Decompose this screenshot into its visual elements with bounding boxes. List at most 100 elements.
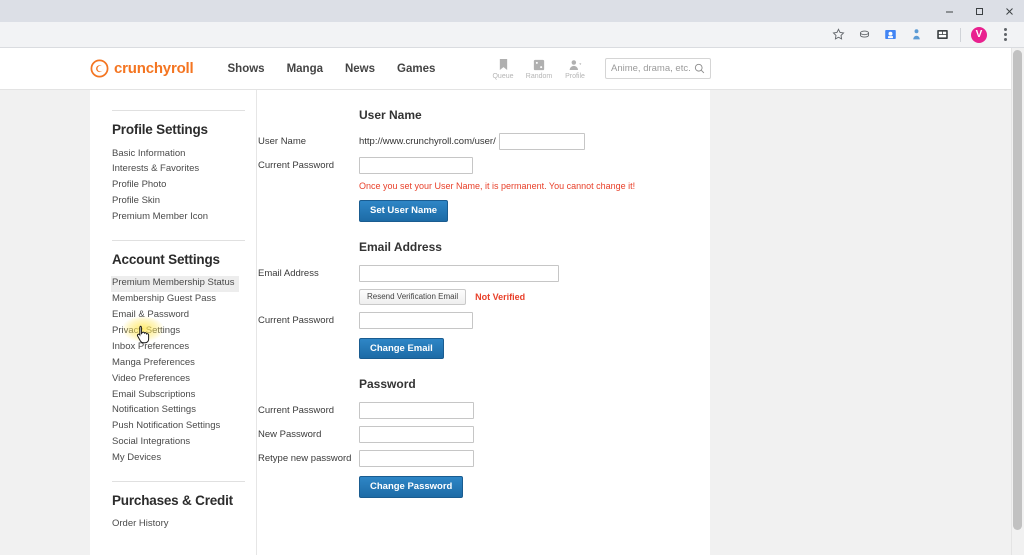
sidebar-item-basic-information[interactable]: Basic Information [112,146,256,162]
settings-main: User Name User Name http://www.crunchyro… [258,90,710,555]
window-minimize-button[interactable] [934,0,964,22]
header-actions: Queue Random Profile Anime, drama, etc. [485,57,1011,80]
sidebar-heading-purchases-credit: Purchases & Credit [112,492,233,508]
random-icon [533,57,545,72]
nav-item-shows[interactable]: Shows [228,63,265,75]
sidebar-item-email-password[interactable]: Email & Password [112,307,256,323]
search-input[interactable]: Anime, drama, etc. [611,63,694,74]
password-section-title: Password [359,377,416,391]
sidebar-item-inbox-preferences[interactable]: Inbox Preferences [112,339,256,355]
sidebar-item-video-preferences[interactable]: Video Preferences [112,371,256,387]
change-email-button[interactable]: Change Email [359,337,444,359]
nav-item-news[interactable]: News [345,63,375,75]
profile-avatar[interactable]: V [968,24,990,46]
username-current-password-input[interactable] [359,157,473,174]
username-label: User Name [258,136,307,147]
password-retype-row: Retype new password [258,450,710,467]
change-password-button[interactable]: Change Password [359,476,464,498]
email-section-title: Email Address [359,239,442,254]
extension-grid-icon[interactable] [931,24,953,46]
settings-sidebar: Profile Settings Basic Information Inter… [90,90,257,555]
sidebar-item-premium-membership-status[interactable]: Premium Membership Status [111,275,239,292]
sidebar-item-notification-settings[interactable]: Notification Settings [112,403,256,419]
email-current-password-row: Current Password [258,311,710,329]
resend-verification-email-button[interactable]: Resend Verification Email [359,288,467,305]
sidebar-item-premium-member-icon[interactable]: Premium Member Icon [112,210,256,226]
sidebar-item-manga-preferences[interactable]: Manga Preferences [112,355,256,371]
sidebar-group-purchases-credit: Purchases & Credit Order History [112,480,256,533]
password-current-row: Current Password [258,402,710,419]
crunchyroll-swirl-icon [90,59,109,78]
extension-puzzle-icon[interactable] [853,24,875,46]
sidebar-divider [112,239,245,241]
username-current-password-label: Current Password [258,160,335,171]
settings-card: Profile Settings Basic Information Inter… [90,90,710,555]
nav-item-manga[interactable]: Manga [287,63,323,75]
crunchyroll-wordmark: crunchyroll [114,60,194,77]
bookmark-star-icon[interactable] [827,24,849,46]
extension-image-icon[interactable] [879,24,901,46]
sidebar-item-privacy-settings[interactable]: Privacy Settings [112,323,256,339]
sidebar-divider [112,480,245,482]
random-label: Random [525,73,553,80]
sidebar-heading-profile-settings: Profile Settings [112,122,208,137]
profile-icon [568,57,583,72]
menu-kebab-icon[interactable] [994,24,1016,46]
password-new-input[interactable] [359,426,474,443]
email-address-row: Email Address [258,264,710,282]
page-scrollbar[interactable]: ▲ [1011,48,1024,555]
random-button[interactable]: Random [521,57,557,80]
sidebar-item-profile-photo[interactable]: Profile Photo [112,178,256,194]
profile-menu-button[interactable]: Profile [557,57,593,80]
email-address-input[interactable] [359,264,559,282]
password-new-label: New Password [258,429,322,440]
email-verification-row: Resend Verification Email Not Verified [359,288,710,305]
set-username-button-row: Set User Name [359,200,710,222]
sidebar-group-account-settings: Account Settings Premium Membership Stat… [111,239,256,467]
profile-label: Profile [565,73,585,80]
username-row: User Name http://www.crunchyroll.com/use… [258,133,710,150]
page-viewport: crunchyroll Shows Manga News Games Queue… [0,48,1024,555]
extension-person-icon[interactable] [905,24,927,46]
sidebar-item-email-subscriptions[interactable]: Email Subscriptions [112,387,256,403]
site-header: crunchyroll Shows Manga News Games Queue… [0,48,1011,90]
change-email-button-row: Change Email [359,337,710,359]
email-verification-status-badge: Not Verified [475,291,526,302]
password-current-input[interactable] [359,402,474,419]
email-current-password-input[interactable] [359,311,473,329]
email-current-password-label: Current Password [258,314,335,326]
change-password-button-row: Change Password [359,476,710,498]
username-current-password-row: Current Password [258,157,710,174]
sidebar-item-membership-guest-pass[interactable]: Membership Guest Pass [112,292,256,308]
site-nav: Shows Manga News Games [228,63,436,75]
sidebar-item-my-devices[interactable]: My Devices [112,451,256,467]
search-icon[interactable] [694,63,705,74]
browser-titlebar [0,0,1024,22]
username-input[interactable] [498,133,585,150]
window-close-button[interactable] [994,0,1024,22]
sidebar-item-interests-favorites[interactable]: Interests & Favorites [112,162,256,178]
email-section: Email Address Email Address Resend Verif… [258,239,710,359]
password-section: Password Current Password New Password R… [258,377,710,498]
search-box[interactable]: Anime, drama, etc. [605,58,711,79]
username-warning-text: Once you set your User Name, it is perma… [359,181,636,191]
toolbar-divider [960,27,961,42]
password-new-row: New Password [258,426,710,443]
username-section-title: User Name [359,108,422,122]
nav-item-games[interactable]: Games [397,63,435,75]
username-url-prefix: http://www.crunchyroll.com/user/ [359,136,496,147]
crunchyroll-logo[interactable]: crunchyroll [90,59,194,78]
scrollbar-thumb[interactable] [1013,50,1022,530]
email-address-label: Email Address [258,267,319,279]
queue-button[interactable]: Queue [485,57,521,80]
profile-avatar-initial: V [971,26,987,43]
sidebar-item-profile-skin[interactable]: Profile Skin [112,194,256,210]
sidebar-item-push-notification-settings[interactable]: Push Notification Settings [112,419,256,435]
queue-label: Queue [492,73,514,80]
password-current-label: Current Password [258,405,335,416]
window-maximize-button[interactable] [964,0,994,22]
sidebar-item-order-history[interactable]: Order History [112,517,256,533]
sidebar-item-social-integrations[interactable]: Social Integrations [112,435,256,451]
password-retype-input[interactable] [359,450,474,467]
set-username-button[interactable]: Set User Name [359,200,449,222]
